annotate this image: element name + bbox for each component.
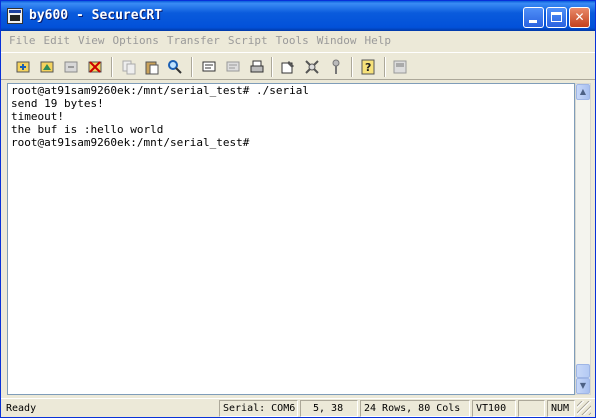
- menu-script[interactable]: Script: [224, 34, 272, 47]
- svg-text:?: ?: [365, 61, 371, 74]
- menu-bar: File Edit View Options Transfer Script T…: [1, 31, 595, 50]
- print-selection-button[interactable]: [223, 57, 243, 77]
- status-num-lock: NUM: [547, 400, 575, 417]
- printer-icon: [250, 60, 264, 73]
- status-bar: Ready Serial: COM6 5, 38 24 Rows, 80 Col…: [1, 398, 595, 417]
- minimize-icon: [529, 20, 537, 23]
- session-options-icon: [281, 61, 294, 74]
- reconnect-icon: [64, 61, 78, 73]
- print-screen-button[interactable]: [199, 57, 219, 77]
- help-button[interactable]: ?: [358, 57, 378, 77]
- terminal-area[interactable]: root@at91sam9260ek:/mnt/serial_test# ./s…: [7, 83, 575, 395]
- copy-icon: [122, 60, 136, 75]
- keymap-button[interactable]: [326, 57, 346, 77]
- terminal-line: the buf is :hello world: [11, 123, 164, 136]
- toolbar-separator: [351, 57, 353, 77]
- menu-file[interactable]: File: [5, 34, 40, 47]
- close-button[interactable]: ✕: [569, 7, 590, 28]
- connect-button[interactable]: [13, 57, 33, 77]
- reconnect-button[interactable]: [61, 57, 81, 77]
- chevron-up-icon: ▲: [579, 87, 587, 96]
- terminal-line: root@at91sam9260ek:/mnt/serial_test#: [11, 136, 250, 149]
- toolbar-separator: [271, 57, 273, 77]
- securecrt-app-icon[interactable]: [7, 8, 23, 24]
- terminal-line: root@at91sam9260ek:/mnt/serial_test# ./s…: [11, 84, 310, 97]
- maximize-icon: [551, 12, 562, 22]
- toolbar-separator: [191, 57, 193, 77]
- find-button[interactable]: [165, 57, 185, 77]
- copy-button[interactable]: [119, 57, 139, 77]
- paste-icon: [145, 61, 159, 75]
- scroll-down-button[interactable]: ▼: [576, 378, 590, 394]
- connect-icon: [16, 61, 30, 73]
- title-bar[interactable]: by600 - SecureCRT ✕: [1, 1, 595, 31]
- chevron-down-icon: ▼: [579, 381, 587, 390]
- resize-grip[interactable]: [577, 401, 591, 415]
- disconnect-button[interactable]: [85, 57, 105, 77]
- status-cursor-position: 5, 38: [300, 400, 358, 417]
- status-terminal-size: 24 Rows, 80 Cols: [360, 400, 470, 417]
- print-selection-icon: [226, 61, 240, 72]
- menu-options[interactable]: Options: [109, 34, 163, 47]
- key-icon: [332, 59, 340, 74]
- window-title: by600 - SecureCRT: [29, 8, 163, 23]
- minimize-button[interactable]: [523, 7, 544, 28]
- paste-button[interactable]: [142, 57, 162, 77]
- menu-view[interactable]: View: [74, 34, 109, 47]
- session-options-button[interactable]: [278, 57, 298, 77]
- terminal-line: timeout!: [11, 110, 64, 123]
- vertical-scrollbar[interactable]: ▲ ▼: [575, 83, 591, 395]
- print-button[interactable]: [247, 57, 267, 77]
- session-manager-button[interactable]: [390, 57, 410, 77]
- status-emulation: VT100: [472, 400, 516, 417]
- toolbar: ?: [1, 52, 595, 80]
- menu-edit[interactable]: Edit: [40, 34, 75, 47]
- quick-connect-button[interactable]: [37, 57, 57, 77]
- status-connection: Serial: COM6: [219, 400, 298, 417]
- global-options-button[interactable]: [302, 57, 322, 77]
- maximize-button[interactable]: [546, 7, 567, 28]
- global-options-icon: [305, 60, 319, 74]
- menu-window[interactable]: Window: [313, 34, 361, 47]
- menu-transfer[interactable]: Transfer: [163, 34, 224, 47]
- help-icon: ?: [361, 59, 375, 75]
- menu-help[interactable]: Help: [360, 34, 395, 47]
- quick-connect-icon: [40, 61, 54, 73]
- terminal-line: send 19 bytes!: [11, 97, 104, 110]
- securecrt-window: by600 - SecureCRT ✕ File Edit View Optio…: [0, 0, 596, 418]
- session-manager-icon: [393, 60, 407, 74]
- toolbar-separator: [111, 57, 113, 77]
- scroll-up-button[interactable]: ▲: [576, 84, 590, 100]
- toolbar-separator: [384, 57, 386, 77]
- status-blank: [518, 400, 545, 417]
- find-icon: [168, 60, 182, 74]
- print-screen-icon: [202, 61, 216, 72]
- disconnect-icon: [88, 61, 102, 73]
- menu-tools[interactable]: Tools: [272, 34, 313, 47]
- close-icon: ✕: [574, 10, 585, 24]
- scroll-thumb[interactable]: [576, 364, 590, 378]
- status-ready-text: Ready: [6, 403, 37, 414]
